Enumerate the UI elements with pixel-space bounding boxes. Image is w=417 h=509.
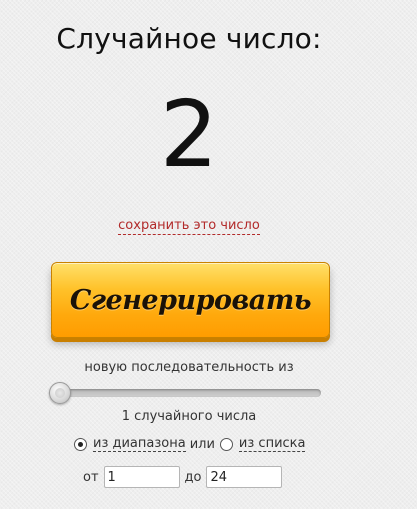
generate-button-label: Сгенерировать — [69, 284, 312, 316]
from-input[interactable] — [103, 466, 180, 488]
to-input[interactable] — [206, 466, 283, 488]
range-radio[interactable] — [74, 437, 87, 451]
count-slider-handle[interactable] — [49, 382, 71, 404]
random-number: 2 — [159, 81, 219, 188]
mode-selector: из диапазона или из списка — [74, 436, 306, 452]
save-number-link[interactable]: сохранить это число — [118, 218, 260, 235]
generate-button[interactable]: Сгенерировать — [51, 262, 330, 338]
range-inputs: от до — [83, 466, 283, 488]
count-text: 1 случайного числа — [121, 409, 257, 424]
save-number-row: сохранить это число — [0, 218, 378, 235]
list-radio[interactable] — [219, 437, 233, 451]
from-label: от — [83, 469, 99, 485]
list-option-label[interactable]: из списка — [238, 436, 306, 452]
sequence-label: новую последовательность из — [84, 360, 294, 375]
or-text: или — [189, 436, 215, 452]
result-title: Случайное число: — [56, 22, 322, 55]
count-slider-track[interactable] — [53, 389, 321, 397]
to-label: до — [184, 469, 202, 485]
range-option-label[interactable]: из диапазона — [93, 436, 186, 452]
